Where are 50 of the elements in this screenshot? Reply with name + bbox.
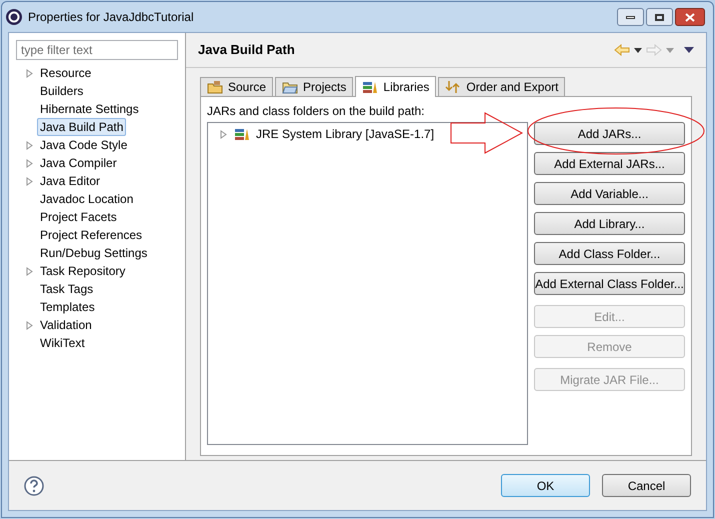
- close-icon: [685, 12, 695, 22]
- sidebar-item[interactable]: Java Editor: [37, 172, 104, 190]
- package-folder-icon: [207, 80, 223, 94]
- expand-arrow-icon[interactable]: [26, 266, 34, 276]
- sidebar-item[interactable]: Task Tags: [37, 280, 96, 298]
- expand-arrow-icon[interactable]: [26, 68, 34, 78]
- expand-arrow-icon[interactable]: [26, 320, 34, 330]
- action-button[interactable]: Add Variable...: [534, 182, 685, 205]
- tab[interactable]: Order and Export: [438, 77, 566, 96]
- maximize-button[interactable]: [646, 8, 673, 26]
- minimize-button[interactable]: [617, 8, 644, 26]
- sidebar-item[interactable]: Resource: [37, 64, 94, 82]
- help-icon[interactable]: [24, 476, 44, 496]
- page-title: Java Build Path: [198, 41, 296, 60]
- folder-icon: [282, 80, 298, 94]
- dialog-button[interactable]: Cancel: [602, 474, 691, 497]
- action-button[interactable]: Add External JARs...: [534, 152, 685, 175]
- sidebar-item[interactable]: Run/Debug Settings: [37, 244, 150, 262]
- sidebar-item[interactable]: Templates: [37, 298, 98, 316]
- menu-icon[interactable]: [684, 47, 694, 53]
- sidebar-item[interactable]: Task Repository: [37, 262, 128, 280]
- sidebar-item[interactable]: Project References: [37, 226, 146, 244]
- sidebar-item[interactable]: WikiText: [37, 334, 88, 352]
- expand-arrow-icon[interactable]: [220, 130, 228, 138]
- tree-item[interactable]: JRE System Library [JavaSE-1.7]: [256, 125, 434, 143]
- window-title: Properties for JavaJdbcTutorial: [28, 9, 195, 26]
- dialog-button[interactable]: OK: [501, 474, 590, 497]
- tab[interactable]: Projects: [275, 77, 354, 96]
- close-button[interactable]: [675, 8, 705, 26]
- action-button[interactable]: Add JARs...: [534, 122, 685, 145]
- sidebar-item[interactable]: Validation: [37, 316, 95, 334]
- sidebar-item[interactable]: Project Facets: [37, 208, 120, 226]
- sidebar-item[interactable]: Hibernate Settings: [37, 100, 142, 118]
- up-down-arrows-icon: [445, 80, 462, 94]
- sidebar-item[interactable]: Java Compiler: [37, 154, 120, 172]
- books-icon: [362, 80, 378, 94]
- filter-field[interactable]: type filter text: [16, 40, 178, 60]
- list-label: JARs and class folders on the build path:: [207, 103, 426, 119]
- sidebar-item[interactable]: Java Build Path: [37, 118, 126, 136]
- action-button[interactable]: Add External Class Folder...: [534, 272, 685, 295]
- sidebar-item[interactable]: Java Code Style: [37, 136, 130, 154]
- sidebar-item[interactable]: Builders: [37, 82, 86, 100]
- app-icon: [5, 8, 23, 26]
- tab[interactable]: Libraries: [355, 76, 436, 97]
- books-icon: [234, 127, 250, 141]
- sidebar-item[interactable]: Javadoc Location: [37, 190, 136, 208]
- dropdown-icon[interactable]: [634, 48, 642, 52]
- action-button[interactable]: Add Library...: [534, 212, 685, 235]
- tab[interactable]: Source: [200, 77, 274, 96]
- action-button[interactable]: Add Class Folder...: [534, 242, 685, 265]
